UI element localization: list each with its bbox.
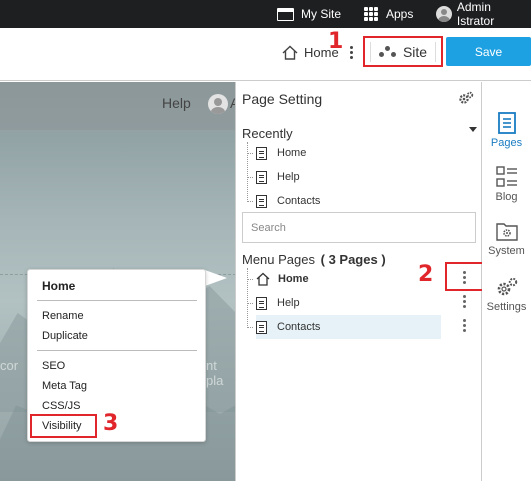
- tree-guide: [247, 142, 248, 202]
- apps-link[interactable]: Apps: [364, 6, 413, 22]
- sidebar-item-settings[interactable]: Settings: [482, 276, 531, 313]
- recent-page-label: Contacts: [277, 195, 321, 207]
- home-page-icon: [256, 272, 270, 286]
- menu-pages-count: ( 3 Pages ): [320, 252, 386, 267]
- page-options-icon[interactable]: [462, 319, 466, 334]
- menu-item-css-js[interactable]: CSS/JS: [42, 400, 81, 412]
- site-dots-icon: [378, 45, 397, 58]
- apps-label: Apps: [386, 7, 414, 21]
- tree-guide: [247, 268, 248, 328]
- top-bar: My Site Apps Admin Istrator: [0, 0, 531, 28]
- sidebar-label-pages: Pages: [490, 137, 523, 149]
- sidebar-label-blog: Blog: [495, 191, 518, 203]
- gears-icon[interactable]: [458, 91, 474, 105]
- page-options-icon[interactable]: [462, 295, 466, 310]
- sidebar-label-system: System: [488, 245, 525, 257]
- step-3-marker: 3: [103, 411, 119, 436]
- recent-page-label: Home: [277, 147, 307, 159]
- caret-down-icon[interactable]: [469, 127, 477, 132]
- menu-pages-heading: Menu Pages ( 3 Pages ): [242, 252, 386, 267]
- home-icon: [282, 45, 298, 60]
- my-site-link[interactable]: My Site: [277, 6, 341, 22]
- recent-page-label: Help: [277, 171, 300, 183]
- my-site-label: My Site: [301, 7, 342, 21]
- panel-title: Page Setting: [242, 91, 323, 107]
- page-doc-icon: [256, 320, 267, 334]
- blog-icon: [495, 166, 517, 187]
- menu-divider: [37, 350, 197, 351]
- menu-pages-label: Menu Pages: [242, 252, 315, 267]
- menu-page-label: Home: [278, 273, 309, 285]
- save-button[interactable]: Save: [446, 37, 531, 66]
- pages-icon: [497, 112, 516, 134]
- visibility-highlight: [30, 414, 97, 438]
- window-icon: [277, 7, 294, 21]
- recently-label: Recently: [242, 126, 293, 141]
- settings-gears-icon: [497, 277, 517, 296]
- apps-grid-icon: [364, 7, 378, 21]
- menu-item-seo[interactable]: SEO: [42, 360, 65, 372]
- page-doc-icon: [256, 194, 267, 208]
- user-avatar-icon: [436, 6, 452, 22]
- system-folder-icon: [495, 223, 518, 241]
- preview-nav: [0, 82, 236, 130]
- menu-page-label: Help: [277, 297, 300, 309]
- page-options-highlight: [445, 262, 484, 291]
- recent-page-item[interactable]: Home: [256, 143, 306, 163]
- preview-faded-text-left: cor: [0, 358, 19, 373]
- menu-item-duplicate[interactable]: Duplicate: [42, 330, 88, 342]
- user-name: Admin Istrator: [456, 0, 495, 28]
- sidebar-item-blog[interactable]: Blog: [482, 166, 531, 203]
- menu-page-contacts[interactable]: Contacts: [256, 317, 320, 337]
- context-menu-title: Home: [42, 279, 76, 293]
- menu-page-label: Contacts: [277, 321, 321, 333]
- menu-divider: [37, 300, 197, 301]
- sidebar-item-system[interactable]: System: [482, 220, 531, 257]
- sidebar-label-settings: Settings: [486, 301, 527, 313]
- page-doc-icon: [256, 296, 267, 310]
- more-vertical-icon[interactable]: [349, 46, 353, 61]
- page-doc-icon: [256, 170, 267, 184]
- site-button-label: Site: [402, 43, 428, 60]
- preview-avatar-icon: [208, 94, 228, 114]
- recent-page-item[interactable]: Contacts: [256, 191, 320, 211]
- step-2-marker: 2: [418, 262, 434, 287]
- recent-page-item[interactable]: Help: [256, 167, 300, 187]
- menu-item-meta-tag[interactable]: Meta Tag: [42, 380, 87, 392]
- menu-item-rename[interactable]: Rename: [42, 310, 84, 322]
- user-menu[interactable]: Admin Istrator: [436, 0, 531, 28]
- sidebar-item-pages[interactable]: Pages: [482, 112, 531, 149]
- site-button[interactable]: Site: [363, 36, 443, 67]
- step-1-marker: 1: [328, 29, 344, 54]
- preview-faded-text-right: nt pla: [206, 358, 224, 388]
- menu-page-help[interactable]: Help: [256, 293, 300, 313]
- preview-help-link[interactable]: Help: [162, 95, 191, 111]
- right-icon-sidebar: Pages Blog System Settings: [482, 82, 531, 481]
- context-menu-pointer: [205, 270, 227, 286]
- menu-page-home[interactable]: Home: [256, 269, 309, 289]
- page-doc-icon: [256, 146, 267, 160]
- page-search-input[interactable]: [242, 212, 476, 243]
- editor-header: Home 1 Site Save: [0, 28, 531, 81]
